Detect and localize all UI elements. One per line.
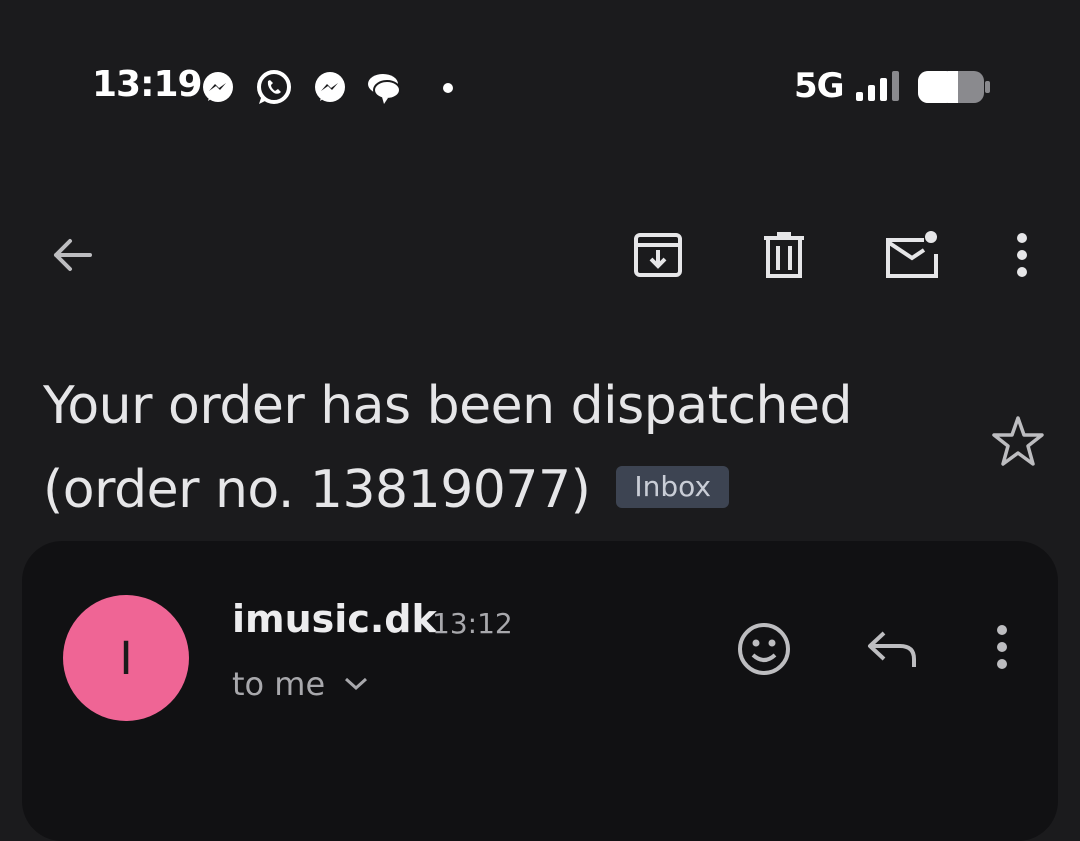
star-icon[interactable] bbox=[988, 412, 1048, 472]
messenger-icon bbox=[203, 72, 233, 102]
email-subject: Your order has been dispatched (order no… bbox=[43, 364, 963, 532]
signal-icon bbox=[856, 71, 899, 101]
delete-button[interactable] bbox=[744, 200, 824, 310]
recipients-label: to me bbox=[232, 665, 326, 703]
messenger-icon bbox=[315, 72, 345, 102]
dot-icon bbox=[443, 83, 453, 93]
message-card: I imusic.dk 13:12 to me bbox=[22, 541, 1058, 841]
archive-icon bbox=[634, 233, 682, 277]
subject-text: Your order has been dispatched (order no… bbox=[43, 376, 853, 520]
chat-bubbles-icon bbox=[368, 74, 401, 104]
inbox-label-chip[interactable]: Inbox bbox=[616, 466, 730, 508]
mark-unread-icon bbox=[886, 231, 938, 278]
sender-name: imusic.dk bbox=[232, 597, 437, 641]
back-button[interactable] bbox=[32, 200, 112, 310]
avatar-initial: I bbox=[119, 631, 133, 685]
reply-icon bbox=[868, 631, 916, 667]
chevron-down-icon bbox=[345, 677, 368, 691]
status-bar: 13:19 5G bbox=[0, 0, 1080, 160]
notification-icons bbox=[200, 68, 490, 108]
email-toolbar bbox=[0, 200, 1080, 310]
reply-button[interactable] bbox=[852, 609, 932, 689]
whatsapp-icon bbox=[257, 70, 291, 104]
back-arrow-icon bbox=[54, 239, 92, 271]
recipients-toggle[interactable]: to me bbox=[232, 665, 369, 703]
add-reaction-button[interactable] bbox=[724, 609, 804, 689]
status-time: 13:19 bbox=[92, 64, 203, 105]
more-options-button[interactable] bbox=[982, 200, 1062, 310]
more-vert-icon bbox=[997, 625, 1007, 669]
battery-icon bbox=[918, 71, 990, 103]
archive-button[interactable] bbox=[618, 200, 698, 310]
network-type: 5G bbox=[794, 66, 845, 106]
message-more-button[interactable] bbox=[962, 607, 1042, 687]
delete-icon bbox=[764, 232, 804, 278]
emoji-icon bbox=[738, 623, 790, 675]
mark-unread-button[interactable] bbox=[872, 200, 952, 310]
more-vert-icon bbox=[1017, 233, 1027, 277]
sender-avatar[interactable]: I bbox=[63, 595, 189, 721]
message-time: 13:12 bbox=[432, 607, 513, 640]
